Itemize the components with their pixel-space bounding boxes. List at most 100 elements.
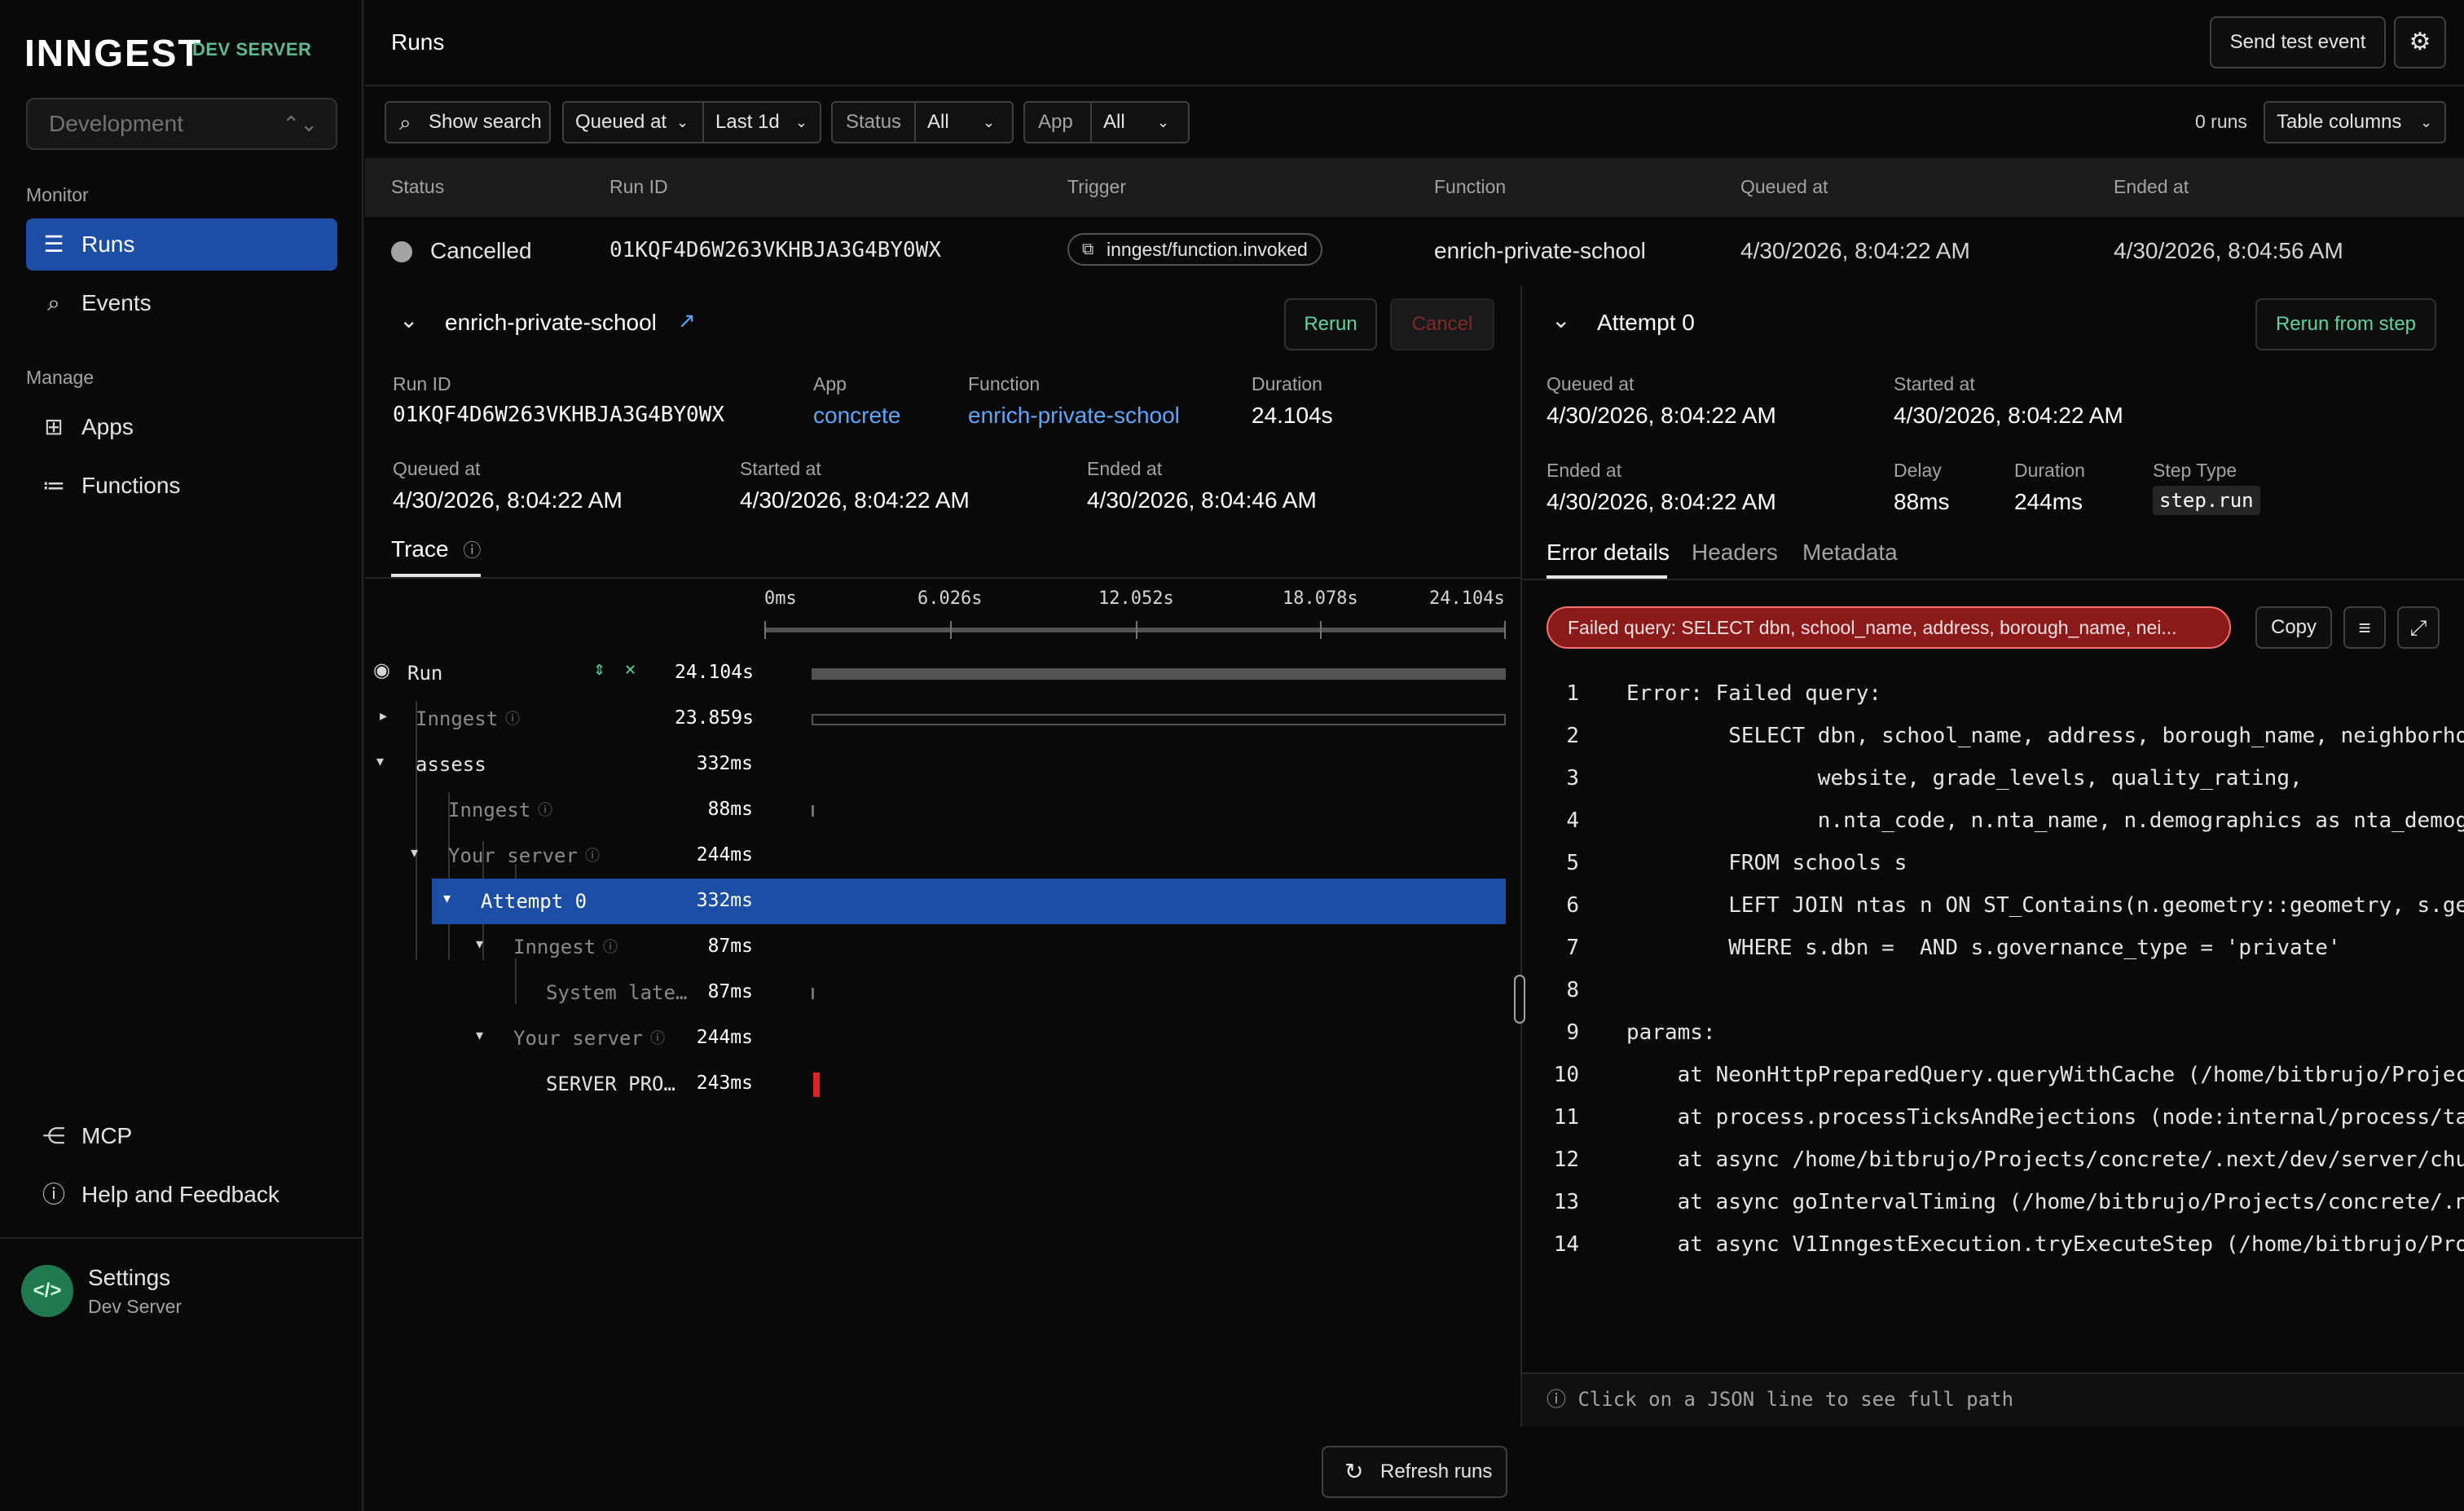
wrap-lines-icon[interactable]: ≡ (2343, 606, 2386, 649)
trace-row-assess[interactable]: ▾ assess 332ms (365, 742, 1520, 787)
trace-row-run[interactable]: ◉ Run ⇕ ✕ 24.104s (365, 650, 1520, 696)
queued-at-label: Queued at (393, 458, 481, 479)
trace-row-your-server[interactable]: ▾ Your server ⓘ 244ms (365, 1015, 1520, 1061)
code-line[interactable]: 11 at process.processTicksAndRejections … (1522, 1105, 2464, 1148)
timeline-tick: 12.052s (1098, 588, 1174, 609)
status-circle-icon: ◉ (373, 659, 390, 681)
code-line[interactable]: 5 FROM schools s (1522, 851, 2464, 893)
tab-trace[interactable]: Trace ⓘ (391, 536, 481, 562)
trace-row-attempt[interactable]: ▾ Attempt 0 332ms (432, 879, 1506, 924)
code-line[interactable]: 1 Error: Failed query: (1522, 681, 2464, 724)
gear-icon[interactable]: ⚙ (2394, 16, 2446, 68)
external-link-icon[interactable]: ↗ (678, 308, 696, 333)
queued-at-filter[interactable]: Queued at ⌄ Last 1d ⌄ (562, 101, 821, 143)
chevron-down-icon: ⌄ (795, 114, 808, 130)
collapse-chevron-icon[interactable]: ⌄ (1551, 306, 1570, 333)
trigger-label: inngest/function.invoked (1107, 239, 1308, 260)
timeline-tick: 6.026s (917, 588, 983, 609)
trace-row-inngest[interactable]: ▸ Inngest ⓘ 23.859s (365, 696, 1520, 742)
table-row[interactable]: Cancelled 01KQF4D6W263VKHBJA3G4BY0WX ⧉ i… (365, 217, 2464, 285)
sidebar-item-events[interactable]: ⌕ Events (26, 277, 337, 329)
error-code-block[interactable]: 1 Error: Failed query: 2 SELECT dbn, schoo… (1522, 676, 2464, 1263)
trace-row-name: SERVER PRO… (546, 1073, 675, 1095)
refresh-runs-button[interactable]: ↻ Refresh runs (1322, 1446, 1507, 1498)
sidebar-item-apps[interactable]: ⊞ Apps (26, 401, 337, 453)
queued-at-label[interactable]: Queued at (575, 103, 667, 142)
line-text: FROM schools s (1626, 851, 1907, 875)
line-text: params: (1626, 1020, 1716, 1045)
code-line[interactable]: 8 (1522, 978, 2464, 1020)
line-text: Error: Failed query: (1626, 681, 1882, 706)
code-line[interactable]: 14 at async V1InngestExecution.tryExecut… (1522, 1232, 2464, 1263)
trace-row-name: Your server (513, 1027, 643, 1050)
page-title: Runs (391, 29, 445, 55)
expand-collapse-icon[interactable]: ⇕ (593, 662, 605, 679)
environment-select[interactable]: Development ⌃⌄ (26, 98, 337, 150)
sidebar-item-runs[interactable]: ☰ Runs (26, 218, 337, 271)
trigger-badge[interactable]: ⧉ inngest/function.invoked (1067, 233, 1322, 266)
table-columns-button[interactable]: Table columns ⌄ (2264, 101, 2446, 143)
sidebar-item-functions[interactable]: ≔ Functions (26, 460, 337, 512)
code-line[interactable]: 6 LEFT JOIN ntas n ON ST_Contains(n.geom… (1522, 893, 2464, 936)
trace-row-server-process[interactable]: SERVER PRO… 243ms (365, 1061, 1520, 1107)
app-filter[interactable]: App All ⌄ (1023, 101, 1190, 143)
time-range-value[interactable]: Last 1d (715, 103, 780, 142)
error-message-badge[interactable]: Failed query: SELECT dbn, school_name, a… (1547, 606, 2231, 649)
run-detail-panel: ⌄ enrich-private-school ↗ Rerun Cancel R… (365, 285, 1520, 1426)
trace-row-duration: 332ms (696, 753, 753, 774)
tab-headers[interactable]: Headers (1692, 540, 1778, 566)
line-number: 2 (1566, 724, 1579, 748)
app-filter-value[interactable]: All (1103, 103, 1125, 142)
cancel-button[interactable]: Cancel (1390, 298, 1494, 350)
trace-row-inngest[interactable]: ▾ Inngest ⓘ 87ms (365, 924, 1520, 970)
attempt-duration-value: 244ms (2014, 489, 2083, 514)
tab-error-details[interactable]: Error details (1547, 540, 1670, 566)
code-line[interactable]: 7 WHERE s.dbn = AND s.governance_type = … (1522, 936, 2464, 978)
rerun-button[interactable]: Rerun (1284, 298, 1377, 350)
code-line[interactable]: 12 at async /home/bitbrujo/Projects/conc… (1522, 1148, 2464, 1190)
collapse-chevron-icon[interactable]: ⌄ (399, 306, 418, 333)
trace-row-system-latency[interactable]: System late… 87ms (365, 970, 1520, 1015)
code-line[interactable]: 4 n.nta_code, n.nta_name, n.demographics… (1522, 808, 2464, 851)
timeline-axis (764, 628, 1506, 632)
attempt-ended-label: Ended at (1547, 460, 1622, 481)
trace-row-your-server[interactable]: ▾ Your server ⓘ 244ms (365, 833, 1520, 879)
code-line[interactable]: 3 website, grade_levels, quality_rating, (1522, 766, 2464, 808)
status-filter[interactable]: Status All ⌄ (831, 101, 1014, 143)
trace-bar (812, 668, 1506, 680)
sidebar-item-help[interactable]: ⓘ Help and Feedback (26, 1169, 337, 1221)
caret-down-icon[interactable]: ▾ (376, 753, 384, 770)
copy-button[interactable]: Copy (2255, 606, 2332, 649)
caret-down-icon[interactable]: ▾ (443, 890, 451, 907)
caret-right-icon[interactable]: ▸ (380, 707, 387, 725)
expand-icon[interactable]: ⤢ (2397, 606, 2440, 649)
status-filter-value[interactable]: All (927, 103, 949, 142)
rerun-from-step-button[interactable]: Rerun from step (2255, 298, 2436, 350)
code-line[interactable]: 2 SELECT dbn, school_name, address, boro… (1522, 724, 2464, 766)
code-line[interactable]: 13 at async goIntervalTiming (/home/bitb… (1522, 1190, 2464, 1232)
duration-label: Duration (1252, 373, 1322, 394)
sidebar-item-label: Events (81, 290, 152, 315)
settings-title[interactable]: Settings (88, 1265, 170, 1291)
caret-down-icon[interactable]: ▾ (476, 936, 483, 953)
line-text: at NeonHttpPreparedQuery.queryWithCache … (1626, 1063, 2464, 1087)
code-icon[interactable]: </> (21, 1265, 73, 1317)
caret-down-icon[interactable]: ▾ (476, 1027, 483, 1044)
code-line[interactable]: 10 at NeonHttpPreparedQuery.queryWithCac… (1522, 1063, 2464, 1105)
code-line[interactable]: 9 params: (1522, 1020, 2464, 1063)
trace-row-name: Inngest (513, 936, 596, 958)
trace-row-inngest[interactable]: Inngest ⓘ 88ms (365, 787, 1520, 833)
show-search-button[interactable]: ⌕ Show search (385, 101, 551, 143)
tab-metadata[interactable]: Metadata (1802, 540, 1898, 566)
sidebar-item-mcp[interactable]: ⋲ MCP (26, 1110, 337, 1162)
app-link[interactable]: concrete (813, 403, 900, 429)
step-type-value: step.run (2153, 486, 2260, 515)
function-link[interactable]: enrich-private-school (968, 403, 1180, 429)
main-content: Runs Send test event ⚙ ⌕ Show search Que… (365, 0, 2464, 1511)
send-test-event-button[interactable]: Send test event (2210, 16, 2386, 68)
trace-row-name: Run (407, 662, 443, 685)
line-number: 5 (1566, 851, 1579, 875)
caret-down-icon[interactable]: ▾ (411, 844, 418, 861)
line-text: SELECT dbn, school_name, address, boroug… (1626, 724, 2464, 748)
collapse-all-icon[interactable]: ✕ (624, 662, 636, 679)
